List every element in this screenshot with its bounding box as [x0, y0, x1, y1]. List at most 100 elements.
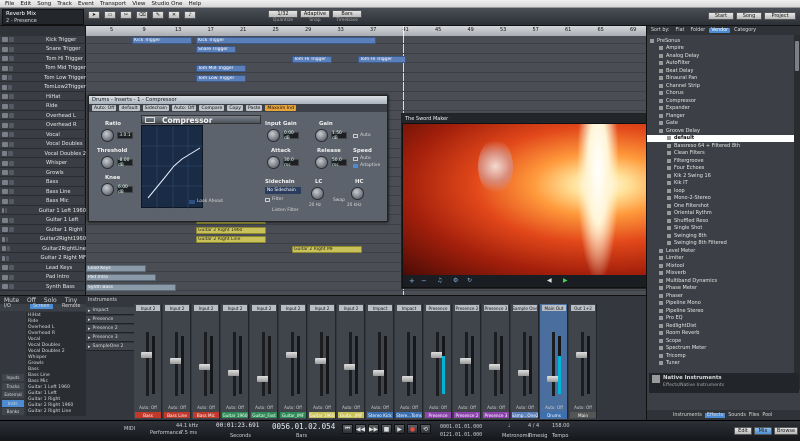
channel-name[interactable]: Stereo Kick	[367, 412, 393, 418]
browser-item[interactable]: Scope	[647, 337, 800, 345]
channel-input[interactable]: Sample One	[513, 305, 537, 311]
channel-input[interactable]: Impact	[368, 305, 392, 311]
browser-item[interactable]: Room Reverb	[647, 330, 800, 338]
fader-track[interactable]	[523, 332, 526, 396]
track-solo-icon[interactable]	[8, 151, 13, 156]
track-solo-icon[interactable]	[9, 170, 14, 175]
speed-auto-checkbox[interactable]	[353, 157, 358, 161]
filter-checkbox[interactable]	[265, 198, 270, 202]
menu-studio-one[interactable]: Studio One	[149, 1, 186, 7]
track-mute-icon[interactable]	[2, 170, 8, 175]
track-solo-icon[interactable]	[8, 65, 14, 71]
track-solo-icon[interactable]	[9, 274, 14, 280]
automation-mode[interactable]: Auto: Off	[194, 405, 218, 410]
automation-mode[interactable]: Auto: Off	[339, 405, 363, 410]
automation-mode[interactable]: Auto: Off	[281, 405, 305, 410]
track-header[interactable]: Bass	[0, 179, 86, 187]
tab-files[interactable]: Files	[749, 413, 760, 418]
mixer-channel-item[interactable]: Vocal	[28, 337, 40, 342]
track-mute-icon[interactable]	[2, 141, 8, 147]
mixer-channel-item[interactable]: Bass	[28, 367, 39, 372]
channel-input[interactable]: Input 2	[252, 305, 276, 311]
channel-input[interactable]: Input 2	[136, 305, 160, 311]
browser-item[interactable]: default	[647, 134, 800, 142]
browser-item[interactable]: Oriental Rythm	[647, 210, 800, 218]
tab-folder[interactable]: Folder	[688, 28, 707, 33]
mixer-tiny-tab[interactable]: Tiny	[65, 297, 78, 304]
track-solo-icon[interactable]	[9, 37, 14, 42]
mix-button[interactable]: Mix	[754, 427, 772, 435]
track-mute-icon[interactable]	[2, 265, 8, 270]
start-button[interactable]: Start	[708, 12, 734, 20]
menu-track[interactable]: Track	[54, 1, 75, 7]
channel-input[interactable]: Presence	[426, 305, 450, 311]
track-solo-icon[interactable]	[9, 198, 14, 204]
track-solo-icon[interactable]	[7, 84, 13, 90]
loop-icon[interactable]: ⟲	[420, 424, 431, 434]
release-value[interactable]: 50.0 ms	[331, 158, 347, 168]
automation-mode[interactable]: Auto: Off	[136, 405, 160, 410]
track-header[interactable]: Vocal Doubles	[0, 141, 86, 149]
eraser-tool-icon[interactable]: ⌫	[136, 11, 148, 19]
track-header[interactable]: Guitar2Right1960	[0, 236, 86, 244]
channel-name[interactable]: Drums	[541, 412, 567, 418]
release-knob[interactable]	[315, 156, 328, 169]
song-button[interactable]: Song	[736, 12, 762, 20]
track-header[interactable]: HiHat	[0, 93, 86, 101]
browser-item[interactable]: Limiter	[647, 255, 800, 263]
channel-name[interactable]: Presence	[425, 412, 451, 418]
channel-name[interactable]: Guitar 1960	[309, 412, 335, 418]
browser-item[interactable]: One Filtershot	[647, 202, 800, 210]
browser-item[interactable]: Groove Delay	[647, 127, 800, 135]
gain-knob[interactable]	[315, 129, 328, 142]
remote-tab[interactable]: Remote	[62, 304, 81, 309]
event-clip[interactable]: Snare Trigger	[196, 46, 236, 53]
event-clip[interactable]: Synth Bass	[86, 283, 176, 291]
track-mute-icon[interactable]	[2, 284, 8, 289]
channel-strip[interactable]: Presence 2 Auto: Off Presence 2	[453, 304, 481, 419]
browser-item[interactable]: Tricomp	[647, 352, 800, 360]
lc-knob[interactable]	[311, 187, 324, 200]
track-solo-icon[interactable]	[9, 160, 14, 166]
channel-strip[interactable]: Presence 3 Auto: Off Presence 3	[482, 304, 510, 419]
track-header[interactable]: Overhead R	[0, 122, 86, 130]
track-lane[interactable]	[86, 46, 646, 54]
track-solo-icon[interactable]	[7, 75, 13, 80]
mixer-channel-item[interactable]: Bass Line	[28, 373, 50, 378]
menu-transport[interactable]: Transport	[97, 1, 129, 7]
track-header[interactable]: Tom Low Trigger	[0, 74, 86, 82]
channel-strip[interactable]: Out 1+2 Auto: Off Main	[569, 304, 597, 419]
time-bars[interactable]: 0056.01.02.054	[272, 422, 335, 431]
track-solo-icon[interactable]	[9, 46, 14, 52]
channel-input[interactable]: Out 1+2	[571, 305, 595, 311]
track-header[interactable]: Vocal Doubles 2	[0, 150, 86, 158]
channel-name[interactable]: Bass	[135, 412, 161, 418]
browser-item[interactable]: AutoFilter	[647, 60, 800, 68]
track-mute-icon[interactable]	[2, 65, 8, 71]
channel-name[interactable]: Bass Mic	[193, 412, 219, 418]
event-clip[interactable]: Kick Trigger	[196, 36, 376, 44]
split-tool-icon[interactable]: ✂	[120, 11, 132, 19]
tab-vendor[interactable]: Vendor	[709, 28, 731, 33]
browser-vendor-row[interactable]: PreSonus	[647, 37, 800, 45]
browser-item[interactable]: Mixtool	[647, 262, 800, 270]
browser-item[interactable]: Gate	[647, 120, 800, 128]
tab-category[interactable]: Category	[732, 28, 758, 33]
mixer-side-button[interactable]: Inputs	[2, 374, 24, 381]
instrument-group[interactable]: ▸ SampleOne 2	[86, 343, 134, 351]
channel-input[interactable]: Input 2	[223, 305, 247, 311]
fader-track[interactable]	[581, 332, 584, 396]
channel-name[interactable]: Bass Line	[164, 412, 190, 418]
automation-mode[interactable]: Auto: Off	[571, 405, 595, 410]
channel-input[interactable]: Presence 2	[455, 305, 479, 311]
track-lane[interactable]	[86, 84, 646, 92]
browser-item[interactable]: Single Shot	[647, 225, 800, 233]
channel-strip[interactable]: Presence Auto: Off Presence	[424, 304, 452, 419]
copy-button[interactable]: Copy	[227, 105, 243, 111]
mixer-side-button[interactable]: Instr.	[2, 399, 24, 407]
compressor-titlebar[interactable]: Drums - Inserts - 1 - Compressor	[89, 96, 387, 104]
browser-item[interactable]: Bassreso 64 + Filtered 8th	[647, 142, 800, 150]
track-mute-icon[interactable]	[2, 255, 6, 261]
track-solo-icon[interactable]	[9, 113, 14, 118]
sidechain-button[interactable]: Sidechain	[142, 105, 170, 111]
